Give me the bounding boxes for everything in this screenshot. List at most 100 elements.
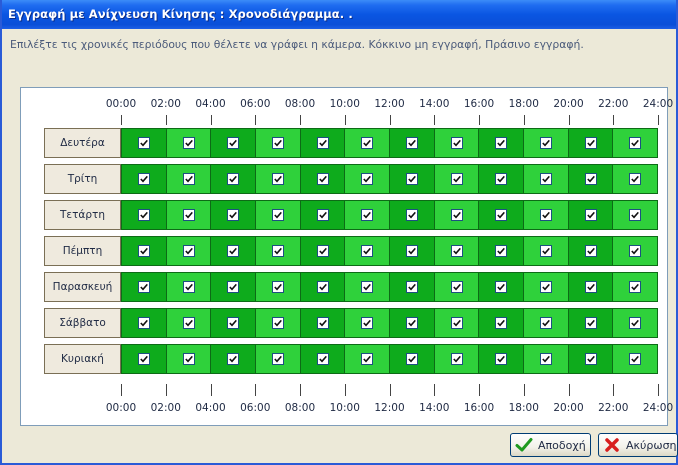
time-slot-cell[interactable] xyxy=(434,237,480,265)
slot-checkbox[interactable] xyxy=(271,281,284,293)
time-slot-cell[interactable] xyxy=(613,129,658,157)
slot-checkbox[interactable] xyxy=(361,173,374,185)
time-slot-cell[interactable] xyxy=(256,273,301,301)
slot-checkbox[interactable] xyxy=(539,245,552,257)
time-slot-cell[interactable] xyxy=(613,165,658,193)
time-slot-cell[interactable] xyxy=(524,165,569,193)
slot-checkbox[interactable] xyxy=(182,209,195,221)
time-slot-cell[interactable] xyxy=(524,273,569,301)
time-slot-cell[interactable] xyxy=(613,309,658,337)
slot-checkbox[interactable] xyxy=(137,209,150,221)
slot-checkbox[interactable] xyxy=(450,245,463,257)
slot-checkbox[interactable] xyxy=(316,137,329,149)
time-slot-cell[interactable] xyxy=(524,201,569,229)
slot-checkbox[interactable] xyxy=(137,137,150,149)
time-slot-cell[interactable] xyxy=(568,201,614,229)
time-slot-cell[interactable] xyxy=(166,345,212,373)
slot-checkbox[interactable] xyxy=(584,173,597,185)
slot-checkbox[interactable] xyxy=(227,317,240,329)
slot-checkbox[interactable] xyxy=(316,353,329,365)
time-slot-cell[interactable] xyxy=(390,201,435,229)
time-slot-cell[interactable] xyxy=(479,165,525,193)
slot-checkbox[interactable] xyxy=(182,245,195,257)
time-slot-cell[interactable] xyxy=(166,309,212,337)
time-slot-cell[interactable] xyxy=(300,237,346,265)
slot-checkbox[interactable] xyxy=(584,317,597,329)
time-slot-cell[interactable] xyxy=(211,273,257,301)
slot-checkbox[interactable] xyxy=(629,173,642,185)
day-label[interactable]: Κυριακή xyxy=(44,344,121,374)
time-slot-cell[interactable] xyxy=(166,237,212,265)
time-slot-cell[interactable] xyxy=(568,165,614,193)
time-slot-cell[interactable] xyxy=(390,309,435,337)
time-slot-cell[interactable] xyxy=(122,309,167,337)
slot-checkbox[interactable] xyxy=(182,173,195,185)
slot-checkbox[interactable] xyxy=(495,245,508,257)
slot-checkbox[interactable] xyxy=(495,353,508,365)
slot-checkbox[interactable] xyxy=(539,209,552,221)
slot-checkbox[interactable] xyxy=(539,281,552,293)
time-slot-cell[interactable] xyxy=(613,201,658,229)
slot-checkbox[interactable] xyxy=(584,353,597,365)
slot-checkbox[interactable] xyxy=(539,137,552,149)
day-label[interactable]: Σάββατο xyxy=(44,308,121,338)
time-slot-cell[interactable] xyxy=(166,129,212,157)
slot-checkbox[interactable] xyxy=(450,173,463,185)
time-slot-cell[interactable] xyxy=(122,129,167,157)
slot-checkbox[interactable] xyxy=(584,137,597,149)
time-slot-cell[interactable] xyxy=(256,309,301,337)
day-label[interactable]: Τρίτη xyxy=(44,164,121,194)
slot-checkbox[interactable] xyxy=(137,173,150,185)
slot-checkbox[interactable] xyxy=(495,281,508,293)
time-slot-cell[interactable] xyxy=(345,129,391,157)
time-slot-cell[interactable] xyxy=(345,273,391,301)
accept-button[interactable]: Αποδοχή xyxy=(510,433,591,457)
slot-checkbox[interactable] xyxy=(539,173,552,185)
time-slot-cell[interactable] xyxy=(434,345,480,373)
time-slot-cell[interactable] xyxy=(211,309,257,337)
time-slot-cell[interactable] xyxy=(524,129,569,157)
time-slot-cell[interactable] xyxy=(256,201,301,229)
slot-checkbox[interactable] xyxy=(271,209,284,221)
time-slot-cell[interactable] xyxy=(568,237,614,265)
slot-checkbox[interactable] xyxy=(361,137,374,149)
slot-checkbox[interactable] xyxy=(495,317,508,329)
time-slot-cell[interactable] xyxy=(166,201,212,229)
slot-checkbox[interactable] xyxy=(495,137,508,149)
slot-checkbox[interactable] xyxy=(629,245,642,257)
slot-checkbox[interactable] xyxy=(405,245,418,257)
slot-checkbox[interactable] xyxy=(316,317,329,329)
time-slot-cell[interactable] xyxy=(434,129,480,157)
slot-checkbox[interactable] xyxy=(539,317,552,329)
slot-checkbox[interactable] xyxy=(227,209,240,221)
time-slot-cell[interactable] xyxy=(434,165,480,193)
time-slot-cell[interactable] xyxy=(524,237,569,265)
day-label[interactable]: Παρασκευή xyxy=(44,272,121,302)
slot-checkbox[interactable] xyxy=(405,137,418,149)
time-slot-cell[interactable] xyxy=(256,129,301,157)
slot-checkbox[interactable] xyxy=(629,353,642,365)
time-slot-cell[interactable] xyxy=(256,165,301,193)
time-slot-cell[interactable] xyxy=(300,309,346,337)
slot-checkbox[interactable] xyxy=(450,209,463,221)
time-slot-cell[interactable] xyxy=(479,273,525,301)
time-slot-cell[interactable] xyxy=(390,345,435,373)
slot-checkbox[interactable] xyxy=(227,245,240,257)
time-slot-cell[interactable] xyxy=(568,309,614,337)
time-slot-cell[interactable] xyxy=(479,309,525,337)
time-slot-cell[interactable] xyxy=(211,345,257,373)
slot-checkbox[interactable] xyxy=(584,245,597,257)
slot-checkbox[interactable] xyxy=(137,245,150,257)
time-slot-cell[interactable] xyxy=(211,237,257,265)
day-label[interactable]: Τετάρτη xyxy=(44,200,121,230)
time-slot-cell[interactable] xyxy=(479,129,525,157)
slot-checkbox[interactable] xyxy=(361,281,374,293)
time-slot-cell[interactable] xyxy=(479,237,525,265)
slot-checkbox[interactable] xyxy=(182,137,195,149)
time-slot-cell[interactable] xyxy=(300,201,346,229)
slot-checkbox[interactable] xyxy=(227,137,240,149)
slot-checkbox[interactable] xyxy=(495,209,508,221)
time-slot-cell[interactable] xyxy=(211,129,257,157)
time-slot-cell[interactable] xyxy=(122,237,167,265)
time-slot-cell[interactable] xyxy=(300,165,346,193)
